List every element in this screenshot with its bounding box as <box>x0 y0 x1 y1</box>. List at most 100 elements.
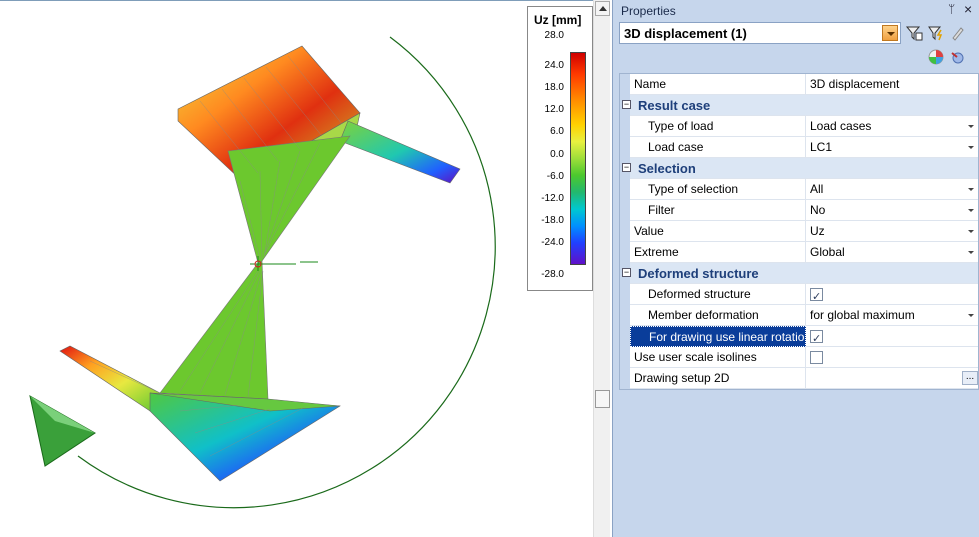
prop-row-name[interactable]: Name 3D displacement <box>620 74 978 95</box>
prop-value-text: LC1 <box>810 140 833 154</box>
user-scale-checkbox[interactable] <box>810 351 823 364</box>
legend-tick: 6.0 <box>550 126 564 137</box>
prop-value[interactable]: LC1 <box>807 137 979 158</box>
dropdown-arrow-icon[interactable] <box>965 246 978 259</box>
prop-row-value[interactable]: Value Uz <box>620 221 978 242</box>
prop-label: Load case <box>630 137 806 158</box>
collapse-icon[interactable]: − <box>622 268 631 277</box>
prop-label: Name <box>630 74 806 95</box>
property-grid: Name 3D displacement − Result case Type … <box>619 73 979 390</box>
legend-tick: -18.0 <box>541 215 564 226</box>
prop-label: Deformed structure <box>630 284 806 305</box>
deformed-structure-checkbox[interactable] <box>810 287 823 308</box>
color-palette-icon[interactable] <box>927 48 945 66</box>
zoom-icon[interactable] <box>949 48 967 66</box>
prop-label: Extreme <box>630 242 806 263</box>
prop-row-user-scale[interactable]: Use user scale isolines <box>620 347 978 368</box>
prop-label: Use user scale isolines <box>630 347 806 368</box>
prop-value[interactable]: ... <box>807 368 979 389</box>
prop-value[interactable]: All <box>807 179 979 200</box>
legend-tick: 18.0 <box>544 82 564 93</box>
prop-value[interactable]: No <box>807 200 979 221</box>
dropdown-arrow-icon[interactable] <box>965 120 978 133</box>
prop-value[interactable] <box>807 326 979 350</box>
legend-tick: 28.0 <box>544 30 564 41</box>
close-icon[interactable]: × <box>964 1 972 17</box>
category-label: Result case <box>638 98 711 113</box>
chevron-down-icon[interactable] <box>882 25 898 41</box>
prop-value-text: Uz <box>810 224 825 238</box>
prop-value-text: Load cases <box>810 119 872 133</box>
object-selector[interactable]: 3D displacement (1) <box>619 22 901 44</box>
panel-title: Properties <box>621 4 676 18</box>
pin-icon[interactable]: ᛘ <box>948 2 955 16</box>
linear-rotation-checkbox[interactable] <box>810 329 823 350</box>
web-upper <box>227 135 351 264</box>
legend-tick: -12.0 <box>541 193 564 204</box>
panel-titlebar: Properties ᛘ × <box>613 0 979 20</box>
dropdown-arrow-icon[interactable] <box>965 309 978 322</box>
prop-value-text: for global maximum <box>810 308 915 322</box>
prop-value[interactable]: 3D displacement <box>807 74 979 95</box>
prop-label: For drawing use linear rotation <box>630 326 806 347</box>
prop-label: Type of load <box>630 116 806 137</box>
rotation-arrow-icon <box>29 395 96 467</box>
color-legend: Uz [mm] 28.0 24.0 18.0 12.0 6.0 0.0 -6.0… <box>527 6 593 291</box>
filter-table-icon[interactable] <box>905 24 923 42</box>
legend-tick: 24.0 <box>544 60 564 71</box>
scroll-up-button[interactable] <box>595 1 610 16</box>
prop-row-filter[interactable]: Filter No <box>620 200 978 221</box>
prop-row-type-of-load[interactable]: Type of load Load cases <box>620 116 978 137</box>
object-selector-value: 3D displacement (1) <box>624 26 747 41</box>
category-label: Selection <box>638 161 696 176</box>
dropdown-arrow-icon[interactable] <box>965 183 978 196</box>
prop-label: Filter <box>630 200 806 221</box>
edit-pencil-icon[interactable] <box>949 24 967 42</box>
prop-value[interactable] <box>807 284 979 308</box>
dropdown-arrow-icon[interactable] <box>965 141 978 154</box>
deformed-section-view[interactable] <box>0 1 593 537</box>
dropdown-arrow-icon[interactable] <box>965 204 978 217</box>
prop-value[interactable] <box>807 347 979 368</box>
legend-tick: -6.0 <box>546 171 564 182</box>
prop-value-text: Global <box>810 245 845 259</box>
legend-color-bar <box>570 52 586 265</box>
prop-value[interactable]: Load cases <box>807 116 979 137</box>
prop-label: Member deformation <box>630 305 806 326</box>
prop-value-text: No <box>810 203 826 217</box>
category-result-case[interactable]: − Result case <box>620 95 978 116</box>
prop-label: Type of selection <box>630 179 806 200</box>
prop-row-drawing-setup[interactable]: Drawing setup 2D ... <box>620 368 978 389</box>
prop-row-extreme[interactable]: Extreme Global <box>620 242 978 263</box>
prop-value[interactable]: for global maximum <box>807 305 979 326</box>
category-selection[interactable]: − Selection <box>620 158 978 179</box>
prop-label: Drawing setup 2D <box>630 368 806 389</box>
ellipsis-button[interactable]: ... <box>962 371 978 385</box>
prop-value[interactable]: Uz <box>807 221 979 242</box>
dropdown-arrow-icon[interactable] <box>965 225 978 238</box>
vertical-scrollbar[interactable] <box>593 0 610 537</box>
prop-row-type-of-selection[interactable]: Type of selection All <box>620 179 978 200</box>
prop-row-linear-rotation[interactable]: For drawing use linear rotation <box>620 326 979 350</box>
bottom-flange-left <box>59 345 161 412</box>
top-flange-right <box>339 120 461 184</box>
prop-row-deformed-structure[interactable]: Deformed structure <box>620 284 979 308</box>
category-label: Deformed structure <box>638 266 759 281</box>
collapse-icon[interactable]: − <box>622 100 631 109</box>
scroll-thumb[interactable] <box>595 390 610 408</box>
category-deformed-structure[interactable]: − Deformed structure <box>620 263 978 284</box>
filter-lightning-icon[interactable] <box>927 24 945 42</box>
collapse-icon[interactable]: − <box>622 163 631 172</box>
properties-panel: Properties ᛘ × 3D displacement (1) Name … <box>612 0 979 537</box>
prop-value-text: All <box>810 182 824 196</box>
web-lower <box>159 260 269 400</box>
3d-viewport[interactable]: Uz [mm] 28.0 24.0 18.0 12.0 6.0 0.0 -6.0… <box>0 0 593 537</box>
prop-row-member-deformation[interactable]: Member deformation for global maximum <box>620 305 978 326</box>
legend-tick: -28.0 <box>541 269 564 280</box>
legend-tick: -24.0 <box>541 237 564 248</box>
legend-tick: 12.0 <box>544 104 564 115</box>
prop-label: Value <box>630 221 806 242</box>
legend-tick: 0.0 <box>550 149 564 160</box>
prop-row-load-case[interactable]: Load case LC1 <box>620 137 978 158</box>
prop-value[interactable]: Global <box>807 242 979 263</box>
